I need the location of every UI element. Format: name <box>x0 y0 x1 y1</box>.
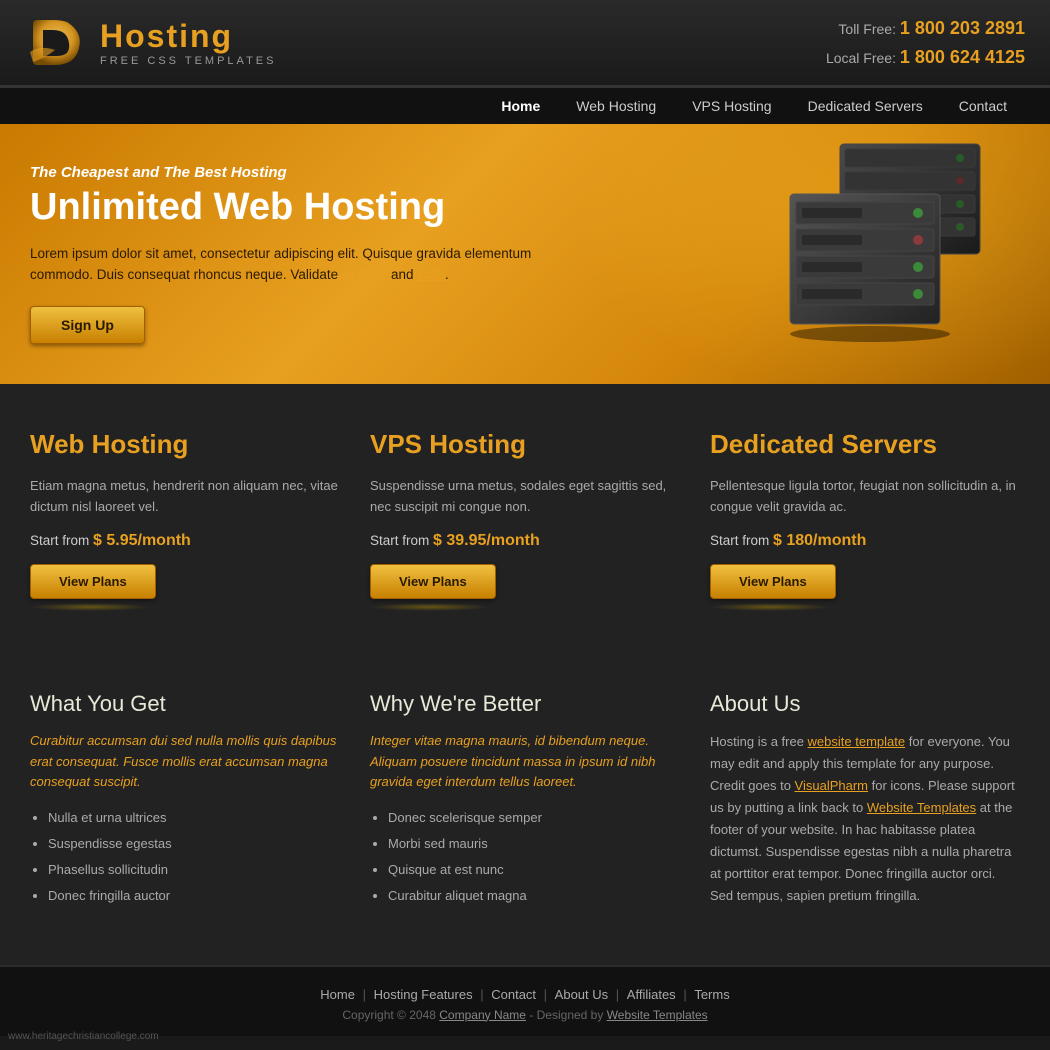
vps-hosting-desc: Suspendisse urna metus, sodales eget sag… <box>370 476 680 518</box>
logo-icon <box>25 10 90 75</box>
nav-dedicated-servers[interactable]: Dedicated Servers <box>790 88 941 124</box>
vps-hosting-view-plans-button[interactable]: View Plans <box>370 564 496 599</box>
company-name-link[interactable]: Company Name <box>439 1008 526 1022</box>
what-you-get-card: What You Get Curabitur accumsan dui sed … <box>25 681 345 930</box>
what-you-get-desc: Curabitur accumsan dui sed nulla mollis … <box>30 731 340 793</box>
nav-web-hosting[interactable]: Web Hosting <box>558 88 674 124</box>
web-hosting-card: Web Hosting Etiam magna metus, hendrerit… <box>25 419 345 631</box>
footer-affiliates-link[interactable]: Affiliates <box>627 987 676 1002</box>
logo-area: Hosting Free CSS Templates <box>25 10 276 75</box>
designed-by-text: - Designed by <box>529 1008 606 1022</box>
web-hosting-view-plans-button[interactable]: View Plans <box>30 564 156 599</box>
dedicated-servers-view-plans-button[interactable]: View Plans <box>710 564 836 599</box>
designer-link[interactable]: Website Templates <box>607 1008 708 1022</box>
what-you-get-title: What You Get <box>30 691 340 717</box>
footer-separator: | <box>480 987 487 1002</box>
hero-tagline: The Cheapest and The Best Hosting <box>30 164 550 181</box>
footer-separator: | <box>616 987 623 1002</box>
hero-banner: The Cheapest and The Best Hosting Unlimi… <box>0 124 1050 384</box>
main-nav: Home Web Hosting VPS Hosting Dedicated S… <box>0 87 1050 124</box>
dedicated-servers-desc: Pellentesque ligula tortor, feugiat non … <box>710 476 1020 518</box>
dedicated-servers-title: Dedicated Servers <box>710 429 1020 460</box>
web-hosting-title: Web Hosting <box>30 429 340 460</box>
toll-free-number: 1 800 203 2891 <box>900 18 1025 38</box>
footer-separator: | <box>544 987 551 1002</box>
dedicated-servers-card: Dedicated Servers Pellentesque ligula to… <box>705 419 1025 631</box>
list-item: Quisque at est nunc <box>388 857 680 883</box>
nav-contact[interactable]: Contact <box>941 88 1025 124</box>
nav-home[interactable]: Home <box>483 88 558 124</box>
vps-hosting-card: VPS Hosting Suspendisse urna metus, soda… <box>365 419 685 631</box>
page-header: Hosting Free CSS Templates Toll Free: 1 … <box>0 0 1050 87</box>
footer-hosting-features-link[interactable]: Hosting Features <box>374 987 473 1002</box>
about-us-card: About Us Hosting is a free website templ… <box>705 681 1025 930</box>
hero-content: The Cheapest and The Best Hosting Unlimi… <box>30 164 550 344</box>
button-reflection <box>370 603 490 611</box>
why-better-title: Why We're Better <box>370 691 680 717</box>
why-better-list: Donec scelerisque semper Morbi sed mauri… <box>370 805 680 909</box>
about-us-title: About Us <box>710 691 1020 717</box>
list-item: Phasellus sollicitudin <box>48 857 340 883</box>
signup-button[interactable]: Sign Up <box>30 306 145 344</box>
website-templates-link[interactable]: Website Templates <box>867 800 976 815</box>
toll-free-label: Toll Free: <box>838 21 896 37</box>
footer-contact-link[interactable]: Contact <box>491 987 536 1002</box>
about-us-desc: Hosting is a free website template for e… <box>710 731 1020 908</box>
list-item: Donec scelerisque semper <box>388 805 680 831</box>
hero-title: Unlimited Web Hosting <box>30 187 550 229</box>
copyright-text: Copyright © 2048 <box>342 1008 436 1022</box>
vps-hosting-price: Start from $ 39.95/month <box>370 532 680 550</box>
vps-hosting-title: VPS Hosting <box>370 429 680 460</box>
dedicated-servers-price: Start from $ 180/month <box>710 532 1020 550</box>
features-section: What You Get Curabitur accumsan dui sed … <box>25 671 1025 930</box>
website-template-link[interactable]: website template <box>808 734 906 749</box>
web-hosting-price: Start from $ 5.95/month <box>30 532 340 550</box>
logo-subtitle: Free CSS Templates <box>100 55 276 67</box>
footer-about-link[interactable]: About Us <box>555 987 608 1002</box>
watermark: www.heritagechristiancollege.com <box>8 1031 159 1042</box>
xhtml-link[interactable]: XHTML <box>342 267 387 282</box>
what-you-get-list: Nulla et urna ultrices Suspendisse egest… <box>30 805 340 909</box>
footer-links: Home | Hosting Features | Contact | Abou… <box>25 987 1025 1002</box>
hero-description: Lorem ipsum dolor sit amet, consectetur … <box>30 243 550 286</box>
web-hosting-desc: Etiam magna metus, hendrerit non aliquam… <box>30 476 340 518</box>
logo-title: Hosting <box>100 18 276 55</box>
button-reflection <box>30 603 150 611</box>
css-link[interactable]: CSS <box>417 267 445 282</box>
local-free-number: 1 800 624 4125 <box>900 47 1025 67</box>
list-item: Suspendisse egestas <box>48 831 340 857</box>
footer-copyright: Copyright © 2048 Company Name - Designed… <box>25 1008 1025 1022</box>
why-better-card: Why We're Better Integer vitae magna mau… <box>365 681 685 930</box>
why-better-desc: Integer vitae magna mauris, id bibendum … <box>370 731 680 793</box>
footer-separator: | <box>363 987 370 1002</box>
list-item: Curabitur aliquet magna <box>388 883 680 909</box>
page-footer: Home | Hosting Features | Contact | Abou… <box>0 965 1050 1036</box>
list-item: Morbi sed mauris <box>388 831 680 857</box>
server-illustration <box>750 134 1030 344</box>
list-item: Donec fringilla auctor <box>48 883 340 909</box>
footer-separator: | <box>683 987 690 1002</box>
list-item: Nulla et urna ultrices <box>48 805 340 831</box>
contact-info: Toll Free: 1 800 203 2891 Local Free: 1 … <box>826 14 1025 72</box>
toll-free-line: Toll Free: 1 800 203 2891 <box>826 14 1025 43</box>
button-reflection <box>710 603 830 611</box>
visual-pharm-link[interactable]: VisualPharm <box>795 778 868 793</box>
nav-vps-hosting[interactable]: VPS Hosting <box>674 88 789 124</box>
footer-terms-link[interactable]: Terms <box>694 987 729 1002</box>
local-free-label: Local Free: <box>826 50 896 66</box>
pricing-section: Web Hosting Etiam magna metus, hendrerit… <box>25 419 1025 631</box>
logo-text-area: Hosting Free CSS Templates <box>100 18 276 67</box>
footer-home-link[interactable]: Home <box>320 987 355 1002</box>
main-content: Web Hosting Etiam magna metus, hendrerit… <box>0 384 1050 965</box>
local-free-line: Local Free: 1 800 624 4125 <box>826 43 1025 72</box>
